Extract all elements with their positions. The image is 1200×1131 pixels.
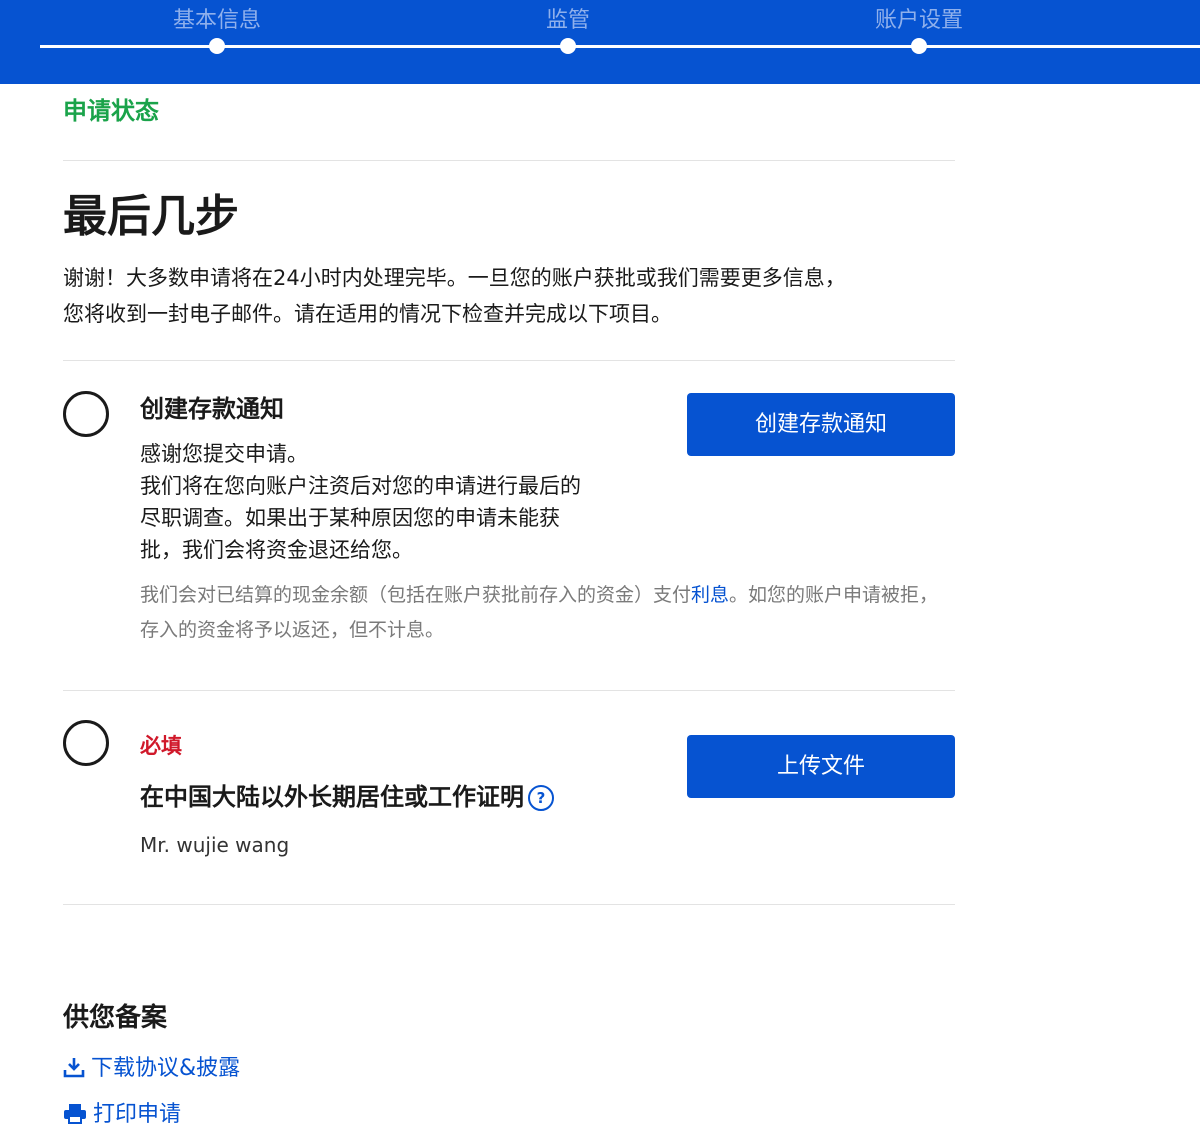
divider	[63, 160, 955, 161]
intro-line: 您将收到一封电子邮件。请在适用的情况下检查并完成以下项目。	[63, 302, 672, 326]
interest-note: 我们会对已结算的现金余额（包括在账户获批前存入的资金）支付利息。如您的账户申请被…	[140, 578, 950, 648]
desc-line: 批，我们会将资金退还给您。	[140, 538, 413, 562]
desc-line: 我们将在您向账户注资后对您的申请进行最后的	[140, 474, 581, 498]
status-title: 申请状态	[63, 97, 159, 125]
print-link-text: 打印申请	[93, 1102, 182, 1127]
applicant-name: Mr. wujie wang	[140, 833, 290, 857]
upload-file-button[interactable]: 上传文件	[687, 735, 955, 798]
records-title: 供您备案	[63, 1003, 168, 1033]
divider	[63, 904, 955, 905]
desc-line: 尽职调查。如果出于某种原因您的申请未能获	[140, 506, 560, 530]
task-title: 创建存款通知	[140, 395, 284, 423]
required-label: 必填	[140, 734, 182, 758]
task-title: 在中国大陆以外长期居住或工作证明?	[140, 780, 554, 814]
intro-text: 谢谢！大多数申请将在24小时内处理完毕。一旦您的账户获批或我们需要更多信息， 您…	[63, 260, 943, 332]
task-status-circle	[63, 720, 109, 766]
step-label: 账户设置	[874, 8, 963, 33]
step-dot	[209, 38, 225, 54]
step-label: 基本信息	[172, 8, 261, 33]
divider	[63, 360, 955, 361]
task-description: 感谢您提交申请。 我们将在您向账户注资后对您的申请进行最后的 尽职调查。如果出于…	[140, 438, 640, 566]
task-title-text: 在中国大陆以外长期居住或工作证明	[140, 783, 524, 811]
desc-line: 感谢您提交申请。	[140, 442, 308, 466]
download-icon	[63, 1058, 85, 1078]
task-status-circle	[63, 391, 109, 437]
help-icon[interactable]: ?	[528, 785, 554, 811]
page-title: 最后几步	[63, 191, 239, 242]
create-deposit-notice-button[interactable]: 创建存款通知	[687, 393, 955, 456]
step-dot	[560, 38, 576, 54]
download-link-text: 下载协议&披露	[91, 1056, 241, 1081]
progress-header: 基本信息 监管 账户设置	[0, 0, 1200, 84]
download-agreements-link[interactable]: 下载协议&披露	[63, 1053, 240, 1085]
note-text: 我们会对已结算的现金余额（包括在账户获批前存入的资金）支付	[140, 584, 692, 606]
intro-line: 谢谢！大多数申请将在24小时内处理完毕。一旦您的账户获批或我们需要更多信息，	[63, 266, 846, 290]
step-label: 监管	[545, 8, 590, 33]
interest-link[interactable]: 利息	[691, 584, 729, 606]
step-dot	[911, 38, 927, 54]
print-application-link[interactable]: 打印申请	[63, 1099, 181, 1131]
divider	[63, 690, 955, 691]
